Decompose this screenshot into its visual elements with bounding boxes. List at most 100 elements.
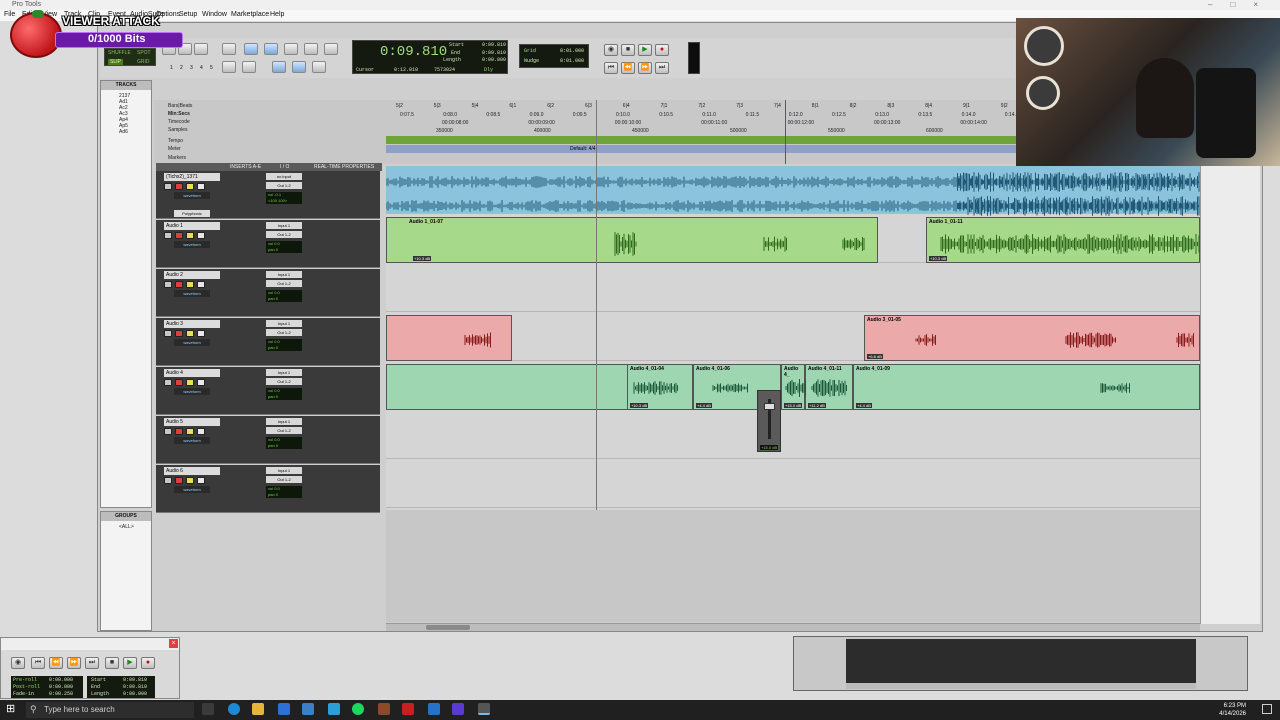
main-counter-value[interactable]: 0:09.810	[380, 44, 447, 60]
record-icon[interactable]: ●	[141, 657, 155, 669]
solo-button[interactable]	[186, 183, 194, 190]
solo-button[interactable]	[186, 330, 194, 337]
mute-button[interactable]	[197, 428, 205, 435]
rewind-icon[interactable]: ⏪	[49, 657, 63, 669]
track-name[interactable]: Audio 1	[164, 222, 220, 230]
track-record-button[interactable]	[164, 330, 172, 337]
meter-value[interactable]: Default: 4/4	[570, 146, 596, 152]
track-volume-pan[interactable]: vol 0.0 pan 0	[266, 241, 302, 253]
track-input[interactable]: Input 1	[266, 467, 302, 474]
delay-comp[interactable]: Dly	[484, 67, 493, 73]
track-name[interactable]: Audio 6	[164, 467, 220, 475]
track-name[interactable]: Audio 2	[164, 271, 220, 279]
mute-button[interactable]	[197, 281, 205, 288]
group-list-item[interactable]: <ALL>	[119, 524, 134, 530]
mute-button[interactable]	[197, 330, 205, 337]
track-input[interactable]: Input 1	[266, 222, 302, 229]
nudge-value[interactable]: 0:01.000	[560, 58, 584, 64]
link-icon[interactable]	[222, 61, 236, 73]
track-view-selector[interactable]: waveform	[174, 486, 210, 493]
postroll-value[interactable]: 0:00.000	[49, 684, 73, 690]
zoom-preset-4[interactable]: 4	[200, 65, 203, 71]
windows-start-icon[interactable]: ⊞	[6, 703, 18, 715]
solo-button[interactable]	[186, 232, 194, 239]
track-pan[interactable]: pan 0	[268, 492, 302, 498]
record-icon[interactable]: ●	[655, 44, 669, 56]
input-monitor-button[interactable]	[175, 477, 183, 484]
mode-shuffle[interactable]: SHUFFLE	[108, 50, 131, 56]
app-icon[interactable]	[452, 703, 464, 715]
go-to-end-icon[interactable]: ⏭	[655, 62, 669, 74]
track-pan[interactable]: pan 0	[268, 247, 302, 253]
track-name[interactable]: Audio 4	[164, 369, 220, 377]
tempo-ruler[interactable]	[386, 136, 1016, 144]
track-list-item[interactable]: Ad6	[119, 129, 128, 135]
mute-button[interactable]	[197, 232, 205, 239]
edge-icon[interactable]	[228, 703, 240, 715]
track-view-selector[interactable]: waveform	[174, 437, 210, 444]
length-value[interactable]: 0:00.000	[482, 57, 506, 63]
track-output[interactable]: Out 1-2	[266, 329, 302, 336]
track-header[interactable]: Audio 3 waveform Input 1 Out 1-2 vol 0.0 pan …	[156, 318, 380, 366]
preroll-value[interactable]: 0:00.000	[49, 677, 73, 683]
track-input[interactable]: Input 1	[266, 320, 302, 327]
track-input[interactable]: no input	[266, 173, 302, 180]
app-icon[interactable]	[378, 703, 390, 715]
track-input[interactable]: Input 1	[266, 271, 302, 278]
grid-value[interactable]: 0:01.000	[560, 48, 584, 54]
clip-gain-fader[interactable]: +15.0 dB	[757, 390, 781, 452]
track-header[interactable]: Audio 4 waveform Input 1 Out 1-2 vol 0.0 pan …	[156, 367, 380, 415]
zoomer-tool-icon[interactable]	[222, 43, 236, 55]
grid-label[interactable]: Grid	[524, 48, 536, 54]
right-edge-zoom-strip[interactable]	[1200, 166, 1260, 624]
mute-button[interactable]	[197, 379, 205, 386]
notification-icon[interactable]	[1262, 704, 1272, 714]
solo-button[interactable]	[186, 477, 194, 484]
track-volume-pan[interactable]: vol -0.1 <100 100>	[266, 192, 302, 204]
timeline-area[interactable]: Audio 1_01-07 +10.3 dB Audio 1_01-11 +10…	[386, 166, 1200, 622]
selector-tool-icon[interactable]	[264, 43, 278, 55]
close-icon[interactable]: ×	[169, 639, 178, 648]
preroll-label[interactable]: Pre-roll	[13, 677, 37, 683]
fader-handle[interactable]	[764, 403, 775, 410]
horizontal-scroll-thumb[interactable]	[426, 625, 470, 630]
solo-button[interactable]	[186, 281, 194, 288]
mute-button[interactable]	[197, 477, 205, 484]
track-header[interactable]: Audio 5 waveform Input 1 Out 1-2 vol 0.0 pan …	[156, 416, 380, 464]
grabber-tool-icon[interactable]	[284, 43, 298, 55]
stop-icon[interactable]: ■	[105, 657, 119, 669]
input-monitor-button[interactable]	[175, 330, 183, 337]
start-value[interactable]: 0:09.810	[482, 42, 506, 48]
mode-grid[interactable]: GRID	[137, 59, 150, 65]
input-monitor-button[interactable]	[175, 281, 183, 288]
track-output[interactable]: Out 1-2	[266, 231, 302, 238]
return-to-zero-icon[interactable]: ⏮	[31, 657, 45, 669]
online-icon[interactable]: ◉	[604, 44, 618, 56]
stop-icon[interactable]: ■	[621, 44, 635, 56]
track-name[interactable]: Audio 5	[164, 418, 220, 426]
track-volume-pan[interactable]: vol 0.0 pan 0	[266, 388, 302, 400]
track-view-selector[interactable]: waveform	[174, 192, 210, 199]
zoom-preset-2[interactable]: 2	[180, 65, 183, 71]
meter-ruler[interactable]	[386, 145, 1016, 153]
mute-button[interactable]	[197, 183, 205, 190]
play-icon[interactable]: ▶	[638, 44, 652, 56]
track-view-selector[interactable]: waveform	[174, 388, 210, 395]
zoom-vertical-icon[interactable]	[194, 43, 208, 55]
menu-marketplace[interactable]: Marketplace	[231, 11, 269, 18]
file-explorer-icon[interactable]	[252, 703, 264, 715]
fast-forward-icon[interactable]: ⏩	[638, 62, 652, 74]
pro-tools-icon[interactable]	[478, 703, 490, 715]
online-icon[interactable]: ◉	[11, 657, 25, 669]
transport-end-value[interactable]: 0:09.810	[123, 684, 147, 690]
input-monitor-button[interactable]	[175, 232, 183, 239]
track-volume-pan[interactable]: vol 0.0 pan 0	[266, 339, 302, 351]
input-monitor-button[interactable]	[175, 183, 183, 190]
input-monitor-button[interactable]	[175, 379, 183, 386]
edit-modes[interactable]: SHUFFLE SPOT SLIP GRID	[104, 48, 156, 66]
link-track-icon[interactable]	[292, 61, 306, 73]
window-controls[interactable]: –□×	[1208, 0, 1276, 9]
track-header[interactable]: (Tichx2)_1371 waveform no input Out 1-2 vol …	[156, 171, 380, 219]
postroll-label[interactable]: Post-roll	[13, 684, 40, 690]
track-record-button[interactable]	[164, 428, 172, 435]
